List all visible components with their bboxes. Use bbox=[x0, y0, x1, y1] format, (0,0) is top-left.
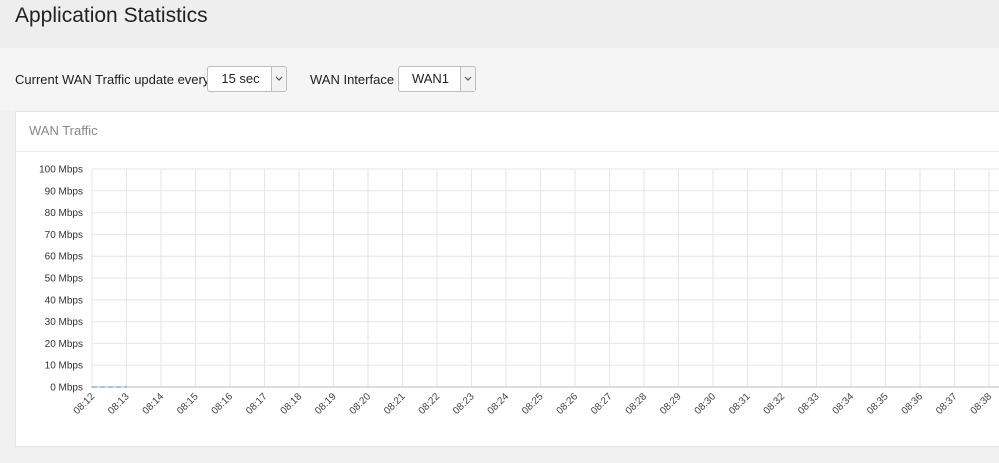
x-tick-label: 08:32 bbox=[762, 391, 788, 417]
x-tick-label: 08:26 bbox=[555, 391, 581, 417]
wan-interface-value: WAN1 bbox=[411, 71, 450, 86]
x-tick-label: 08:37 bbox=[934, 391, 960, 417]
chevron-down-icon[interactable] bbox=[271, 67, 286, 91]
y-tick-label: 30 Mbps bbox=[45, 317, 83, 328]
x-tick-label: 08:14 bbox=[141, 391, 167, 417]
x-tick-label: 08:34 bbox=[831, 391, 857, 417]
x-tick-label: 08:23 bbox=[451, 391, 477, 417]
controls-bar: Current WAN Traffic update every 15 sec … bbox=[0, 48, 999, 110]
x-tick-label: 08:28 bbox=[624, 391, 650, 417]
x-tick-label: 08:13 bbox=[106, 391, 132, 417]
x-tick-label: 08:22 bbox=[417, 391, 443, 417]
x-tick-label: 08:15 bbox=[175, 391, 201, 417]
y-tick-label: 100 Mbps bbox=[39, 165, 83, 176]
y-tick-label: 80 Mbps bbox=[45, 208, 83, 219]
series-point bbox=[125, 386, 128, 388]
page-title: Application Statistics bbox=[15, 4, 208, 27]
x-tick-label: 08:29 bbox=[658, 391, 684, 417]
x-tick-label: 08:19 bbox=[313, 391, 339, 417]
x-tick-label: 08:33 bbox=[796, 391, 822, 417]
wan-traffic-chart: 0 Mbps 10 Mbps 20 Mbps 30 Mbps 40 Mbps 50 Mbp… bbox=[39, 165, 999, 417]
x-tick-label: 08:35 bbox=[865, 391, 891, 417]
x-tick-label: 08:20 bbox=[348, 391, 374, 417]
x-tick-label: 08:38 bbox=[969, 391, 995, 417]
y-tick-label: 0 Mbps bbox=[50, 383, 83, 394]
x-tick-label: 08:24 bbox=[486, 391, 512, 417]
y-tick-label: 20 Mbps bbox=[45, 339, 83, 350]
chevron-down-icon[interactable] bbox=[460, 67, 475, 91]
x-tick-label: 08:30 bbox=[693, 391, 719, 417]
x-tick-label: 08:21 bbox=[382, 391, 408, 417]
update-interval-label: Current WAN Traffic update every bbox=[15, 72, 210, 87]
wan-interface-label: WAN Interface bbox=[310, 72, 395, 87]
x-tick-label: 08:36 bbox=[900, 391, 926, 417]
series-point bbox=[91, 386, 93, 388]
update-interval-value: 15 sec bbox=[221, 71, 260, 86]
y-tick-label: 70 Mbps bbox=[45, 230, 83, 241]
wan-traffic-panel: WAN Traffic 0 Mbps 10 Mbps 20 Mbps 30 Mbps 4… bbox=[15, 111, 999, 447]
x-tick-label: 08:25 bbox=[520, 391, 546, 417]
y-tick-label: 50 Mbps bbox=[45, 274, 83, 285]
x-tick-label: 08:31 bbox=[727, 391, 753, 417]
update-interval-select[interactable]: 15 sec bbox=[207, 66, 287, 92]
y-tick-label: 60 Mbps bbox=[45, 252, 83, 263]
page-header: Application Statistics bbox=[0, 0, 999, 48]
y-tick-label: 10 Mbps bbox=[45, 361, 83, 372]
x-tick-label: 08:18 bbox=[279, 391, 305, 417]
wan-interface-select[interactable]: WAN1 bbox=[398, 66, 476, 92]
x-tick-label: 08:16 bbox=[210, 391, 236, 417]
x-tick-label: 08:17 bbox=[244, 391, 270, 417]
x-tick-label: 08:12 bbox=[72, 391, 98, 417]
y-tick-label: 90 Mbps bbox=[45, 186, 83, 197]
y-tick-label: 40 Mbps bbox=[45, 295, 83, 306]
x-tick-label: 08:27 bbox=[589, 391, 615, 417]
